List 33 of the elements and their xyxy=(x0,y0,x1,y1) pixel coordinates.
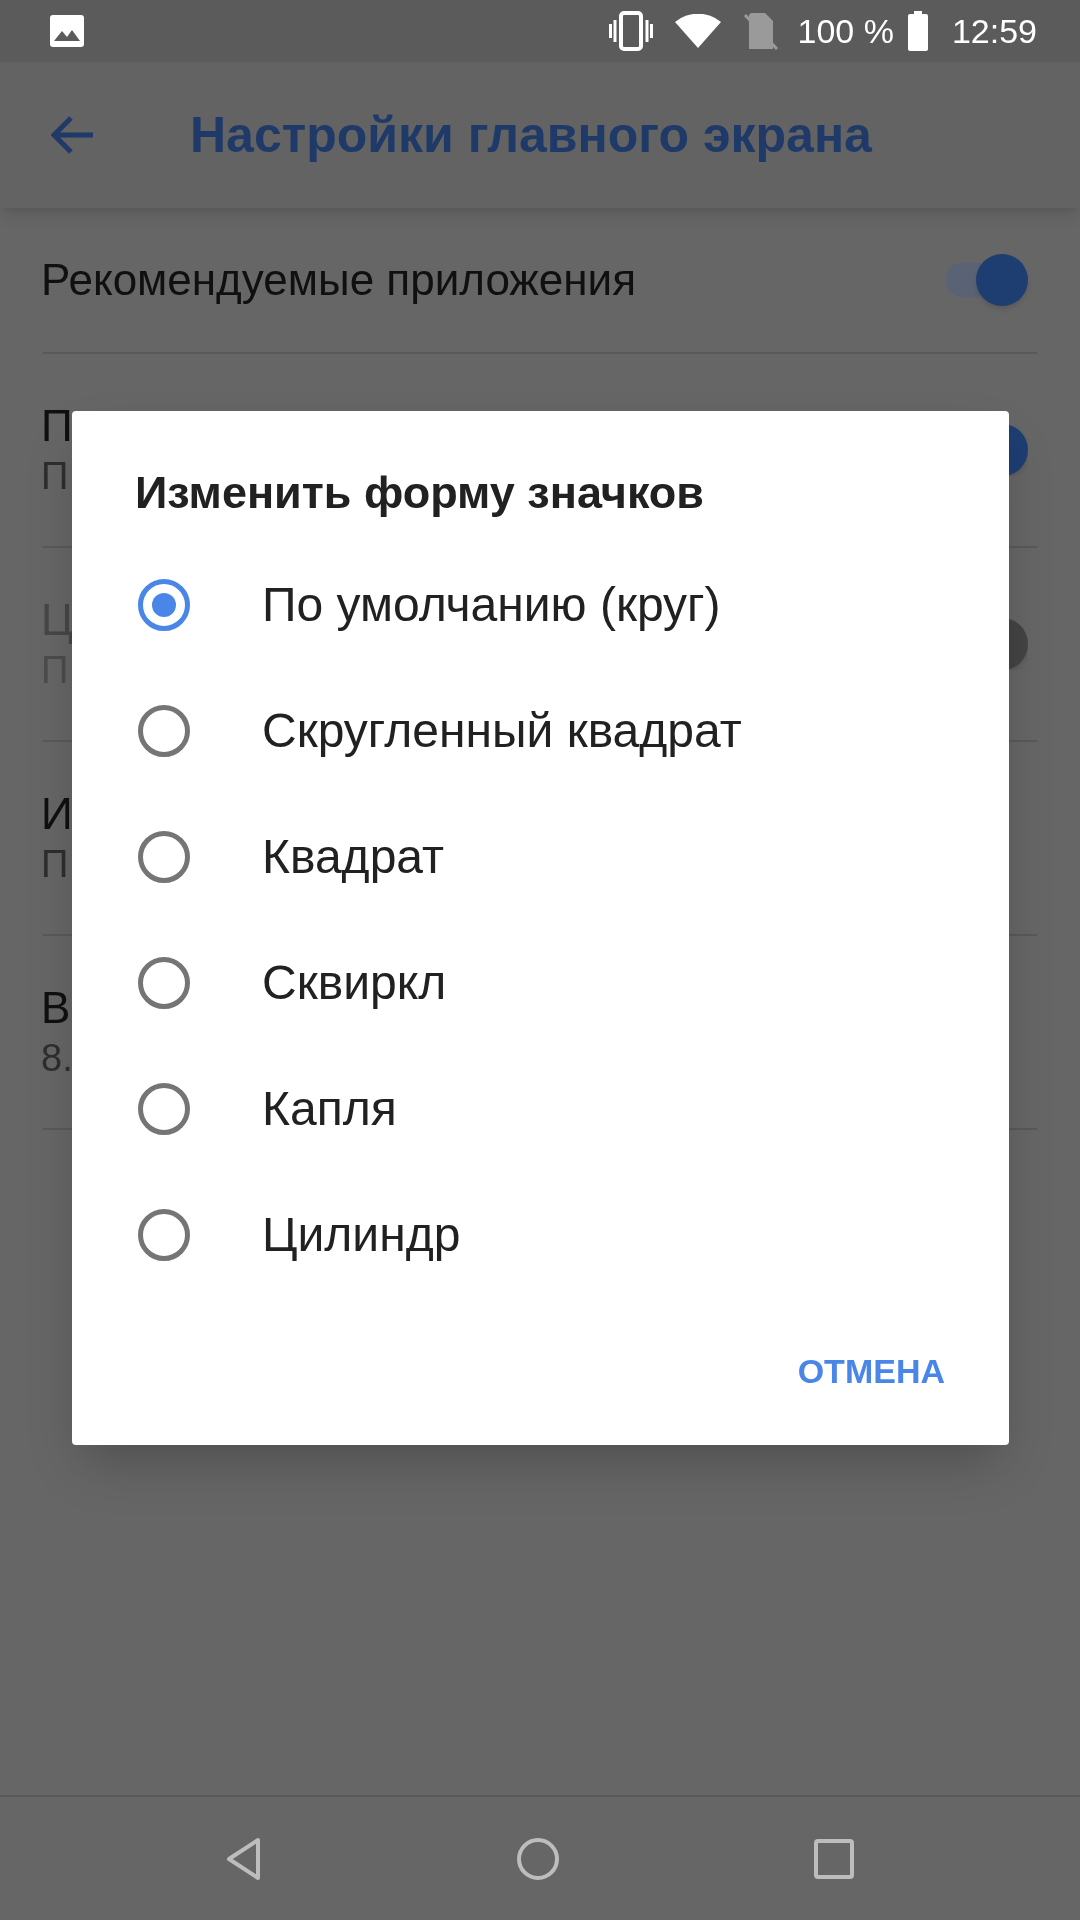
setting-title: Рекомендуемые приложения xyxy=(41,254,636,306)
radio-option[interactable]: Капля xyxy=(72,1046,1009,1172)
setting-title: П xyxy=(41,400,73,452)
dialog-title: Изменить форму значков xyxy=(135,466,704,520)
battery-icon xyxy=(907,11,928,51)
radio-button-icon[interactable] xyxy=(138,1209,190,1261)
cancel-button[interactable]: ОТМЕНА xyxy=(773,1323,969,1419)
toggle-switch[interactable] xyxy=(1009,424,1028,476)
radio-button-icon[interactable] xyxy=(138,705,190,757)
radio-button-icon[interactable] xyxy=(138,579,190,631)
setting-summary: 8. xyxy=(41,1036,73,1081)
toggle-switch[interactable] xyxy=(945,254,1028,306)
vibrate-icon xyxy=(608,11,653,51)
radio-option[interactable]: Сквиркл xyxy=(72,920,1009,1046)
radio-button-icon[interactable] xyxy=(138,957,190,1009)
back-arrow-icon[interactable] xyxy=(51,115,95,155)
home-icon[interactable] xyxy=(516,1836,560,1881)
radio-button-icon[interactable] xyxy=(138,1083,190,1135)
radio-option[interactable]: Квадрат xyxy=(72,794,1009,920)
radio-option[interactable]: По умолчанию (круг) xyxy=(72,542,1009,668)
clock-time: 12:59 xyxy=(951,11,1037,51)
radio-option[interactable]: Цилиндр xyxy=(72,1172,1009,1298)
image-icon xyxy=(50,15,84,47)
wifi-icon xyxy=(674,14,721,48)
no-sim-icon xyxy=(742,11,779,51)
battery-percent: 100 % xyxy=(797,11,894,51)
screen-title: Настройки главного экрана xyxy=(190,106,872,165)
setting-title: И xyxy=(41,788,73,840)
radio-button-icon[interactable] xyxy=(138,831,190,883)
radio-option[interactable]: Скругленный квадрат xyxy=(72,668,1009,794)
back-icon[interactable] xyxy=(226,1836,262,1881)
setting-title: В xyxy=(41,982,72,1034)
recent-apps-icon[interactable] xyxy=(814,1838,854,1879)
